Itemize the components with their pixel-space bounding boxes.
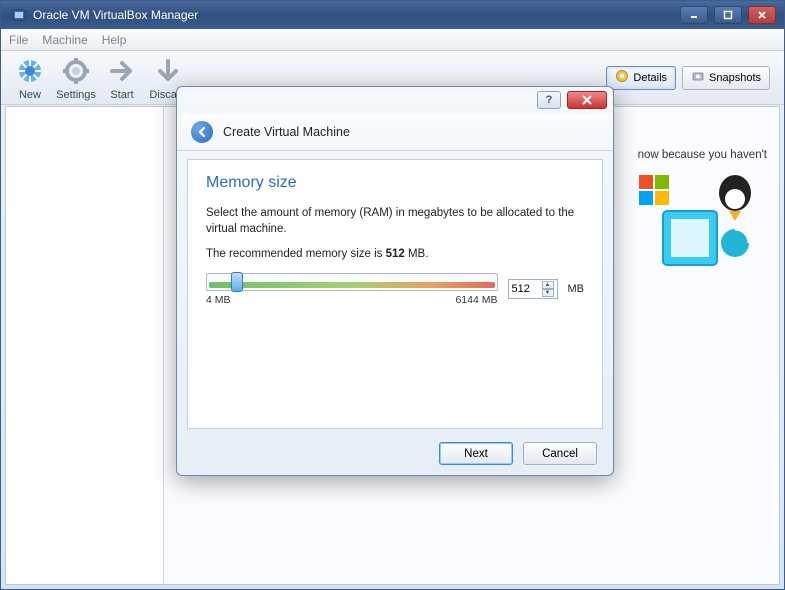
memory-slider-wrap: 4 MB 6144 MB <box>206 273 498 306</box>
toolbar-settings-label: Settings <box>53 89 99 101</box>
snapshots-icon <box>691 69 705 86</box>
dialog-help-button[interactable]: ? <box>537 91 561 109</box>
section-title: Memory size <box>206 174 584 192</box>
discard-icon <box>152 55 184 87</box>
recommend-prefix: The recommended memory size is <box>206 248 386 260</box>
toolbar-start[interactable]: Start <box>99 55 145 101</box>
recommend-suffix: MB. <box>405 248 429 260</box>
next-button[interactable]: Next <box>439 442 513 465</box>
toolbar-new-label: New <box>7 89 53 101</box>
details-tab[interactable]: Details <box>606 66 676 90</box>
os-logos-graphic <box>631 167 761 297</box>
slider-gradient <box>209 282 495 288</box>
app-icon <box>11 7 27 23</box>
memory-value-input[interactable] <box>512 283 542 295</box>
vm-list-sidebar[interactable] <box>6 107 164 584</box>
spin-down[interactable]: ▼ <box>542 289 554 297</box>
slider-thumb[interactable] <box>231 272 243 292</box>
welcome-hint-fragment: now because you haven't <box>638 149 767 161</box>
toolbar-start-label: Start <box>99 89 145 101</box>
new-icon <box>14 55 46 87</box>
details-icon <box>615 69 629 86</box>
menu-file[interactable]: File <box>9 33 28 47</box>
start-icon <box>106 55 138 87</box>
toolbar-new[interactable]: New <box>7 55 53 101</box>
memory-spinbox[interactable]: ▲ ▼ <box>508 279 558 299</box>
menubar: File Machine Help <box>1 29 784 51</box>
create-vm-dialog: ? Create Virtual Machine Memory size Sel… <box>176 86 614 476</box>
dialog-close-button[interactable] <box>567 91 607 109</box>
cancel-button[interactable]: Cancel <box>523 442 597 465</box>
dialog-header: Create Virtual Machine <box>177 113 613 151</box>
spin-up[interactable]: ▲ <box>542 281 554 289</box>
recommend-value: 512 <box>386 248 405 260</box>
memory-slider[interactable] <box>206 273 498 291</box>
snapshots-tab[interactable]: Snapshots <box>682 66 770 90</box>
memory-recommendation: The recommended memory size is 512 MB. <box>206 247 584 263</box>
snapshots-label: Snapshots <box>709 72 761 84</box>
slider-max-label: 6144 MB <box>455 294 497 306</box>
menu-machine[interactable]: Machine <box>42 33 87 47</box>
close-button[interactable] <box>748 6 776 24</box>
memory-slider-row: 4 MB 6144 MB ▲ ▼ MB <box>206 273 584 306</box>
maximize-button[interactable] <box>714 6 742 24</box>
memory-unit: MB <box>568 283 585 295</box>
titlebar: Oracle VM VirtualBox Manager <box>1 1 784 29</box>
back-button[interactable] <box>191 121 213 143</box>
slider-min-label: 4 MB <box>206 294 231 306</box>
window-title: Oracle VM VirtualBox Manager <box>33 8 680 22</box>
details-label: Details <box>633 72 667 84</box>
dialog-body: Memory size Select the amount of memory … <box>187 159 603 429</box>
dialog-title: Create Virtual Machine <box>223 125 350 139</box>
menu-help[interactable]: Help <box>102 33 127 47</box>
dialog-titlebar: ? <box>177 87 613 113</box>
dialog-footer: Next Cancel <box>439 442 597 465</box>
settings-icon <box>60 55 92 87</box>
minimize-button[interactable] <box>680 6 708 24</box>
toolbar-settings[interactable]: Settings <box>53 55 99 101</box>
memory-description: Select the amount of memory (RAM) in meg… <box>206 206 584 237</box>
window-buttons <box>680 6 776 24</box>
